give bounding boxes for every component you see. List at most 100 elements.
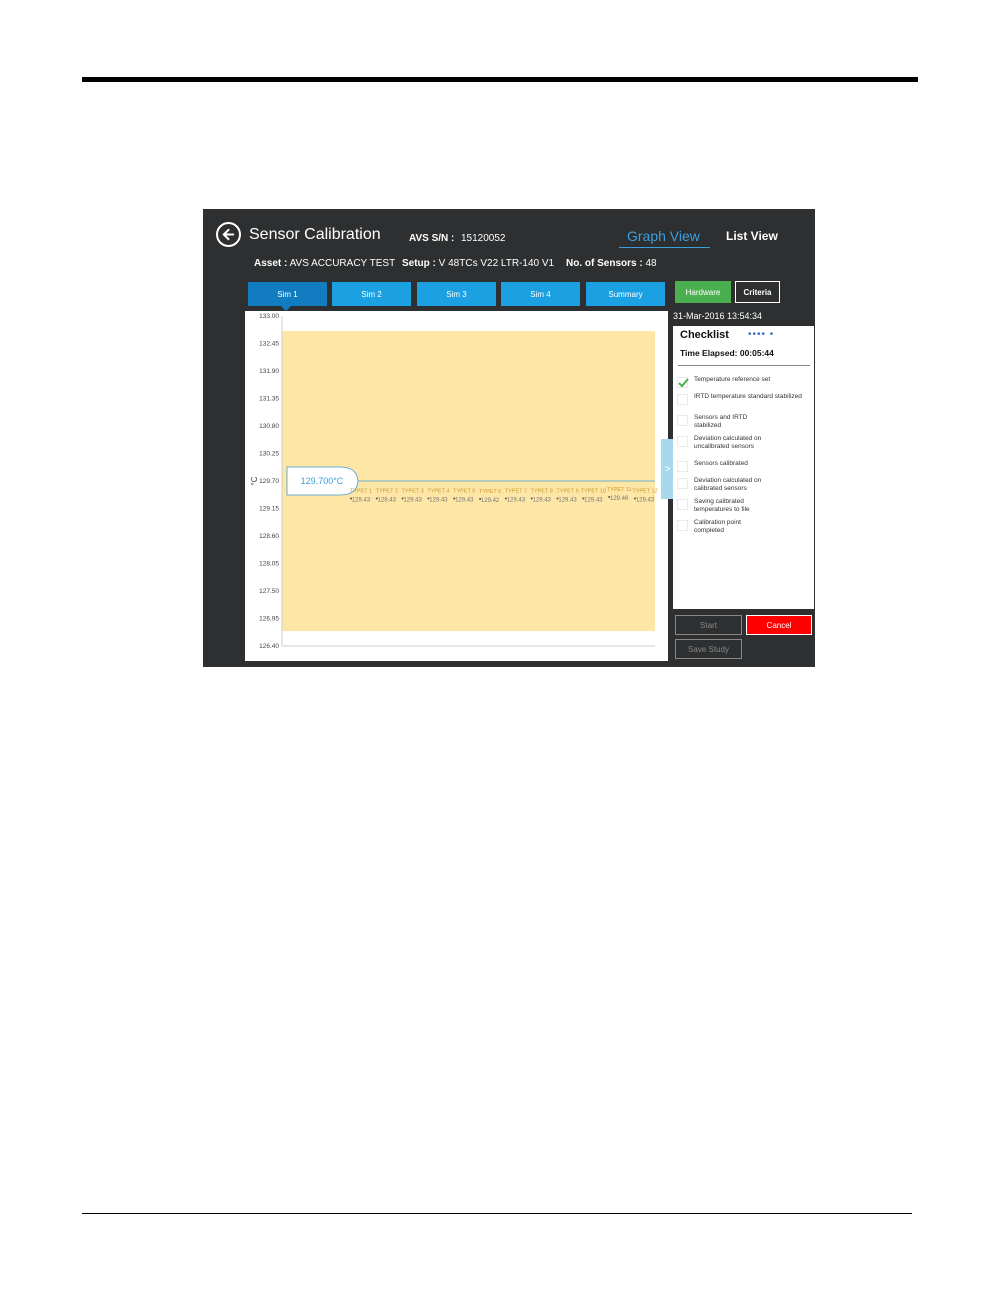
- checklist-checkbox[interactable]: [677, 394, 688, 405]
- asset-value: AVS ACCURACY TEST: [289, 258, 396, 269]
- series-name-label: TYPET 3: [402, 489, 424, 495]
- checklist-checkbox[interactable]: [677, 499, 688, 510]
- serial-number-label: AVS S/N :: [409, 233, 455, 244]
- y-tick-label: 131.90: [259, 368, 279, 375]
- checklist-item: Sensors and IRTD stabilized: [677, 414, 811, 429]
- series-name-label: TYPET 4: [427, 489, 449, 495]
- checklist-checkbox[interactable]: [677, 478, 688, 489]
- tab-summary[interactable]: Summary: [586, 282, 665, 306]
- series-name-label: TYPET 10: [581, 489, 606, 495]
- checklist-checkbox[interactable]: [677, 461, 688, 472]
- page-title: Sensor Calibration: [249, 226, 381, 243]
- y-tick-label: 126.40: [259, 643, 279, 650]
- y-tick-label: 128.60: [259, 533, 279, 540]
- y-tick-label: 131.35: [259, 396, 279, 403]
- checklist-panel: Checklist •••• • Time Elapsed: 00:05:44 …: [673, 326, 814, 609]
- sensor-value-label: 129.43: [378, 498, 397, 504]
- checklist-label: Deviation calculated on calibrated senso…: [694, 477, 762, 492]
- sensor-value-label: 129.43: [558, 498, 577, 504]
- setpoint-label: 129.700°C: [301, 476, 344, 486]
- sensor-value-label: 129.43: [533, 498, 552, 504]
- temperature-chart: 133.00 132.45 131.90 131.35 130.80 130.25 129.…: [250, 313, 658, 650]
- checklist-item: IRTD temperature standard stabilized: [677, 393, 811, 405]
- sensor-value-label: 129.43: [455, 498, 474, 504]
- asset-label: Asset :: [254, 258, 288, 269]
- save-study-button[interactable]: Save Study: [675, 639, 742, 659]
- asset-info: Asset : AVS ACCURACY TEST: [254, 258, 395, 269]
- back-arrow-icon: [222, 228, 235, 241]
- time-elapsed: Time Elapsed: 00:05:44: [680, 348, 774, 358]
- checklist-item: Temperature reference set: [677, 376, 811, 388]
- checklist-label: Deviation calculated on uncalibrated sen…: [694, 435, 762, 450]
- sensor-value-label: 129.43: [352, 498, 371, 504]
- checkmark-icon: [678, 378, 689, 388]
- tab-sim-2[interactable]: Sim 2: [332, 282, 411, 306]
- series-name-label: TYPET 7: [505, 489, 527, 495]
- series-name-label: TYPET 5: [453, 489, 475, 495]
- checklist-checkbox[interactable]: [677, 436, 688, 447]
- progress-dots: •••• •: [748, 329, 775, 340]
- checklist-checkbox[interactable]: [677, 377, 689, 388]
- sensor-value-label: 129.42: [481, 498, 500, 504]
- sensor-value-label: 129.43: [429, 498, 448, 504]
- hardware-button[interactable]: Hardware: [675, 281, 731, 303]
- y-axis-unit: °C: [250, 476, 259, 485]
- list-view-tab[interactable]: List View: [726, 229, 778, 243]
- sensor-value-label: 129.43: [584, 498, 603, 504]
- sensor-calibration-window: Sensor Calibration AVS S/N : 15120052 Gr…: [203, 209, 815, 667]
- tab-sim-3[interactable]: Sim 3: [417, 282, 496, 306]
- back-button[interactable]: [216, 222, 241, 247]
- series-name-label: TYPET 6: [479, 489, 501, 495]
- checklist-label: Temperature reference set: [694, 376, 771, 383]
- sensor-value-label: 129.43: [507, 498, 526, 504]
- series-name-label: TYPET 9: [556, 489, 578, 495]
- serial-number-value: 15120052: [461, 233, 506, 244]
- sensor-count-info: No. of Sensors : 48: [566, 258, 657, 269]
- setup-label: Setup :: [402, 258, 436, 269]
- chart-panel: 133.00 132.45 131.90 131.35 130.80 130.25 129.…: [245, 311, 668, 661]
- checklist-item: Deviation calculated on uncalibrated sen…: [677, 435, 811, 450]
- checklist-checkbox[interactable]: [677, 415, 688, 426]
- checklist-label: Saving calibrated temperatures to file: [694, 498, 750, 513]
- checklist-checkbox[interactable]: [677, 520, 688, 531]
- series-name-label: TYPET 12: [632, 489, 657, 495]
- tab-sim-1[interactable]: Sim 1: [248, 282, 327, 311]
- checklist-label: Sensors and IRTD stabilized: [694, 414, 748, 429]
- y-tick-label: 132.45: [259, 341, 279, 348]
- y-tick-label: 127.50: [259, 588, 279, 595]
- y-tick-label: 129.15: [259, 506, 279, 513]
- sensor-count-label: No. of Sensors :: [566, 258, 643, 269]
- date-time: 31-Mar-2016 13:54:34: [673, 311, 763, 321]
- checklist-item: Sensors calibrated: [677, 460, 811, 472]
- checklist-label: Sensors calibrated: [694, 460, 748, 467]
- checklist-item: Deviation calculated on calibrated senso…: [677, 477, 811, 492]
- sensor-value-label: 129.43: [403, 498, 422, 504]
- tab-sim-4[interactable]: Sim 4: [501, 282, 580, 306]
- criteria-button[interactable]: Criteria: [735, 281, 780, 303]
- checklist-title: Checklist: [680, 329, 729, 341]
- y-tick-label: 126.95: [259, 616, 279, 623]
- graph-view-underline: [619, 247, 710, 248]
- y-tick-label: 128.05: [259, 561, 279, 568]
- sensor-value-label: 129.46: [610, 496, 629, 502]
- series-name-label: TYPET 1: [350, 489, 372, 495]
- graph-view-tab[interactable]: Graph View: [627, 228, 700, 244]
- series-name-label: TYPET 11: [607, 487, 632, 493]
- checklist-item: Saving calibrated temperatures to file: [677, 498, 811, 513]
- checklist-divider: [678, 365, 810, 366]
- sensor-count-value: 48: [645, 258, 657, 269]
- series-name-label: TYPET 8: [531, 489, 553, 495]
- setup-value: V 48TCs V22 LTR-140 V1: [438, 258, 555, 269]
- y-tick-label: 133.00: [259, 313, 279, 320]
- setup-info: Setup : V 48TCs V22 LTR-140 V1: [402, 258, 554, 269]
- start-button[interactable]: Start: [675, 615, 742, 635]
- checklist-item: Calibration point completed: [677, 519, 811, 534]
- series-name-label: TYPET 2: [376, 489, 398, 495]
- sensor-value-label: 129.43: [636, 498, 655, 504]
- top-rule: [82, 77, 918, 82]
- checklist-label: Calibration point completed: [694, 519, 741, 534]
- y-tick-label: 130.80: [259, 423, 279, 430]
- y-tick-label: 130.25: [259, 451, 279, 458]
- cancel-button[interactable]: Cancel: [746, 615, 812, 635]
- checklist-label: IRTD temperature standard stabilized: [694, 393, 802, 400]
